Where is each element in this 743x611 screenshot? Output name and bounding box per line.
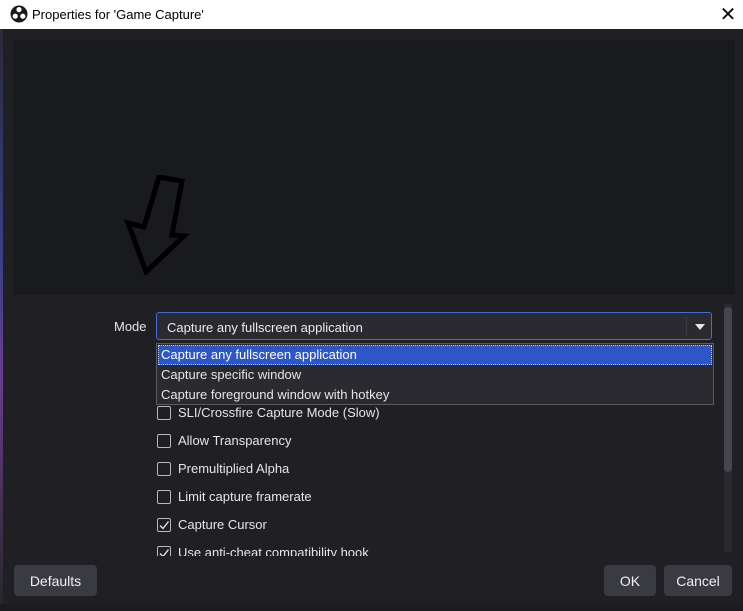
chevron-down-icon[interactable] (695, 324, 705, 330)
dropdown-option[interactable]: Capture foreground window with hotkey (158, 385, 712, 405)
checkbox-label: Limit capture framerate (178, 489, 312, 504)
checkmark-icon (159, 521, 170, 530)
defaults-button[interactable]: Defaults (14, 565, 97, 596)
scrollbar-thumb[interactable] (724, 307, 732, 472)
title-bar: Properties for 'Game Capture' ✕ (0, 0, 743, 29)
checkbox-label: SLI/Crossfire Capture Mode (Slow) (178, 405, 380, 420)
checkbox-box[interactable] (157, 434, 171, 448)
checkbox-box[interactable] (157, 406, 171, 420)
checkbox-box[interactable] (157, 490, 171, 504)
mode-select[interactable]: Capture any fullscreen application (156, 312, 712, 340)
checkmark-icon (159, 549, 170, 556)
down-arrow-annotation-icon (124, 175, 190, 275)
properties-panel: Mode Capture any fullscreen application … (14, 296, 735, 556)
preview-area (14, 40, 735, 295)
background-window-strip (0, 604, 743, 611)
dropdown-option[interactable]: Capture any fullscreen application (158, 345, 712, 365)
checkbox-box[interactable] (157, 462, 171, 476)
dropdown-option[interactable]: Capture specific window (158, 365, 712, 385)
obs-logo-icon (10, 5, 28, 23)
ok-button[interactable]: OK (604, 565, 656, 596)
dropdown-separator (686, 317, 687, 336)
close-icon[interactable]: ✕ (713, 0, 743, 29)
vertical-scrollbar[interactable] (724, 303, 732, 553)
mode-label: Mode (114, 319, 147, 334)
checkbox-box[interactable] (157, 546, 171, 556)
window-title: Properties for 'Game Capture' (32, 7, 204, 22)
checkbox-label: Allow Transparency (178, 433, 292, 448)
checkbox-label: Premultiplied Alpha (178, 461, 290, 476)
cancel-button[interactable]: Cancel (664, 565, 732, 596)
checkbox-box[interactable] (157, 518, 171, 532)
checkbox-label: Capture Cursor (178, 517, 267, 532)
background-window-edge (0, 29, 3, 611)
checkbox-label: Use anti-cheat compatibility hook (178, 545, 369, 556)
mode-selected-value: Capture any fullscreen application (167, 320, 363, 335)
mode-dropdown-list: Capture any fullscreen application Captu… (156, 343, 714, 405)
